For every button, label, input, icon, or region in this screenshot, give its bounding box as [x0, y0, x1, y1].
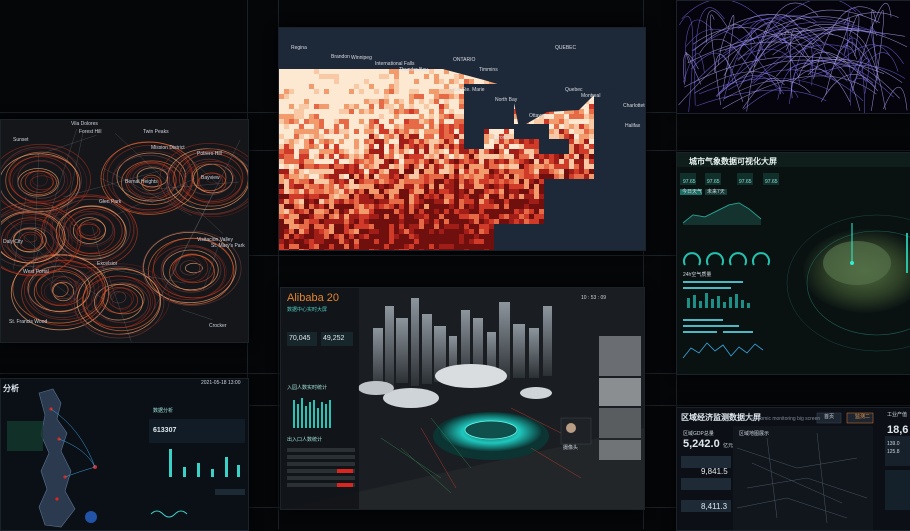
map-label: Glen Park — [99, 199, 122, 205]
map-label: Crocker — [209, 323, 227, 329]
map-label: Halifax — [625, 123, 641, 129]
analysis-title: 分析 — [3, 384, 19, 393]
weather-tab-today[interactable]: 今日天气 — [682, 190, 702, 195]
map-label: Sault Ste. Marie — [449, 87, 485, 93]
alibaba-toolbar: 10 : 53 : 09 — [581, 295, 607, 301]
home-button[interactable]: 首页 — [824, 415, 834, 420]
stat-value-2: 49,252 — [323, 335, 345, 342]
analysis-date: 2021-05-18 13:00 — [201, 380, 241, 386]
alibaba-subtitle: 数据中心实时大屏 — [287, 307, 328, 313]
map-label: Charlottetown — [623, 103, 645, 109]
map-label: Forest Hill — [79, 129, 102, 135]
map-label: Montreal — [581, 93, 601, 99]
map-label: North Bay — [495, 97, 518, 103]
regional-economy-dashboard-panel[interactable]: 区域经济监测数据大屏 Economic monitoring big scree… — [676, 407, 910, 531]
map-label: Brandon — [331, 54, 350, 60]
analysis-big-value: 613307 — [153, 427, 177, 434]
map-label: 区域地图展示 — [739, 431, 770, 437]
weather-reading-4: 97.65 — [765, 179, 778, 185]
map-label: Bayview — [201, 175, 220, 181]
map-label: Regina — [291, 45, 307, 51]
map-label: Sunset — [13, 137, 29, 143]
section-title-1: 入园人数实时统计 — [287, 385, 328, 391]
map-label: QUEBEC — [555, 45, 577, 51]
weather-reading-2: 97.65 — [707, 179, 720, 185]
map-label: Potrero Hill — [197, 151, 222, 157]
right-title: 工业产值 — [887, 412, 908, 418]
weather-dashboard-visual — [677, 153, 910, 374]
analysis-dashboard-panel[interactable]: 分析 2021-05-18 13:00 数据分析 613307 — [0, 378, 249, 531]
map-label: Toronto — [493, 135, 510, 141]
map-label: Bernal Heights — [125, 179, 158, 185]
stat-value-1: 70,045 — [289, 335, 311, 342]
map-label: Quebec — [565, 87, 583, 93]
gdp-value: 5,242.0 — [683, 438, 720, 450]
map-label: Vila Dolores — [71, 121, 98, 127]
analysis-dashboard-visual — [1, 379, 248, 530]
analysis-value-label: 数据分析 — [153, 408, 174, 414]
weather-chart-label: 24h空气质量 — [683, 272, 712, 278]
right-small-2: 125.8 — [887, 449, 900, 455]
regional-subtitle: Economic monitoring big screen — [749, 416, 821, 422]
value-3: 8,411.3 — [701, 502, 728, 511]
weather-dashboard-panel[interactable]: 城市气象数据可视化大屏 97.65 97.65 97.65 97.65 今日天气… — [676, 152, 910, 375]
topographic-map-panel[interactable]: Vila Dolores Sunset Forest Hill Twin Peaks M… — [0, 119, 249, 343]
weather-reading-3: 97.65 — [739, 179, 752, 185]
gdp-label: 区域GDP总量 — [683, 431, 714, 437]
section-title-2: 出入口人数统计 — [287, 437, 323, 443]
monitor-button[interactable]: 监测二 — [855, 415, 870, 420]
map-label: Winnipeg — [351, 55, 372, 61]
map-label: Excelsior — [97, 261, 118, 267]
map-label: Mission District — [151, 145, 185, 151]
map-label: ONTARIO — [453, 57, 476, 63]
alibaba-3d-dashboard-panel[interactable]: Alibaba 20 数据中心实时大屏 10 : 53 : 09 70,045 … — [280, 287, 645, 510]
map-label: Timmins — [479, 67, 498, 73]
right-small-1: 139.0 — [887, 441, 900, 447]
weather-tab-week[interactable]: 未来7天 — [707, 190, 725, 195]
map-label: St. Francis Wood — [9, 319, 48, 325]
map-label: Ottawa — [529, 113, 545, 119]
weather-title: 城市气象数据可视化大屏 — [689, 157, 777, 166]
purple-flow-map-panel[interactable] — [676, 0, 910, 114]
map-label: St. Mary's Park — [211, 243, 245, 249]
map-label: Thunder Bay — [399, 67, 428, 73]
gdp-unit: 亿元 — [723, 443, 734, 449]
value-2: 9,841.5 — [701, 467, 728, 476]
right-value: 18,6 — [887, 424, 909, 436]
us-choropleth-map-panel[interactable]: Regina Brandon Winnipeg ONTARIO QUEBEC Intern… — [278, 27, 646, 251]
camera-label: 摄像头 — [563, 445, 579, 451]
map-label: Twin Peaks — [143, 129, 169, 135]
map-label: Daly City — [3, 239, 24, 245]
alibaba-3d-scene — [281, 288, 644, 509]
flow-lines-visual — [678, 1, 908, 113]
weather-reading-1: 97.65 — [683, 179, 696, 185]
alibaba-title: Alibaba 20 — [287, 292, 339, 304]
map-label: West Portal — [23, 269, 49, 275]
